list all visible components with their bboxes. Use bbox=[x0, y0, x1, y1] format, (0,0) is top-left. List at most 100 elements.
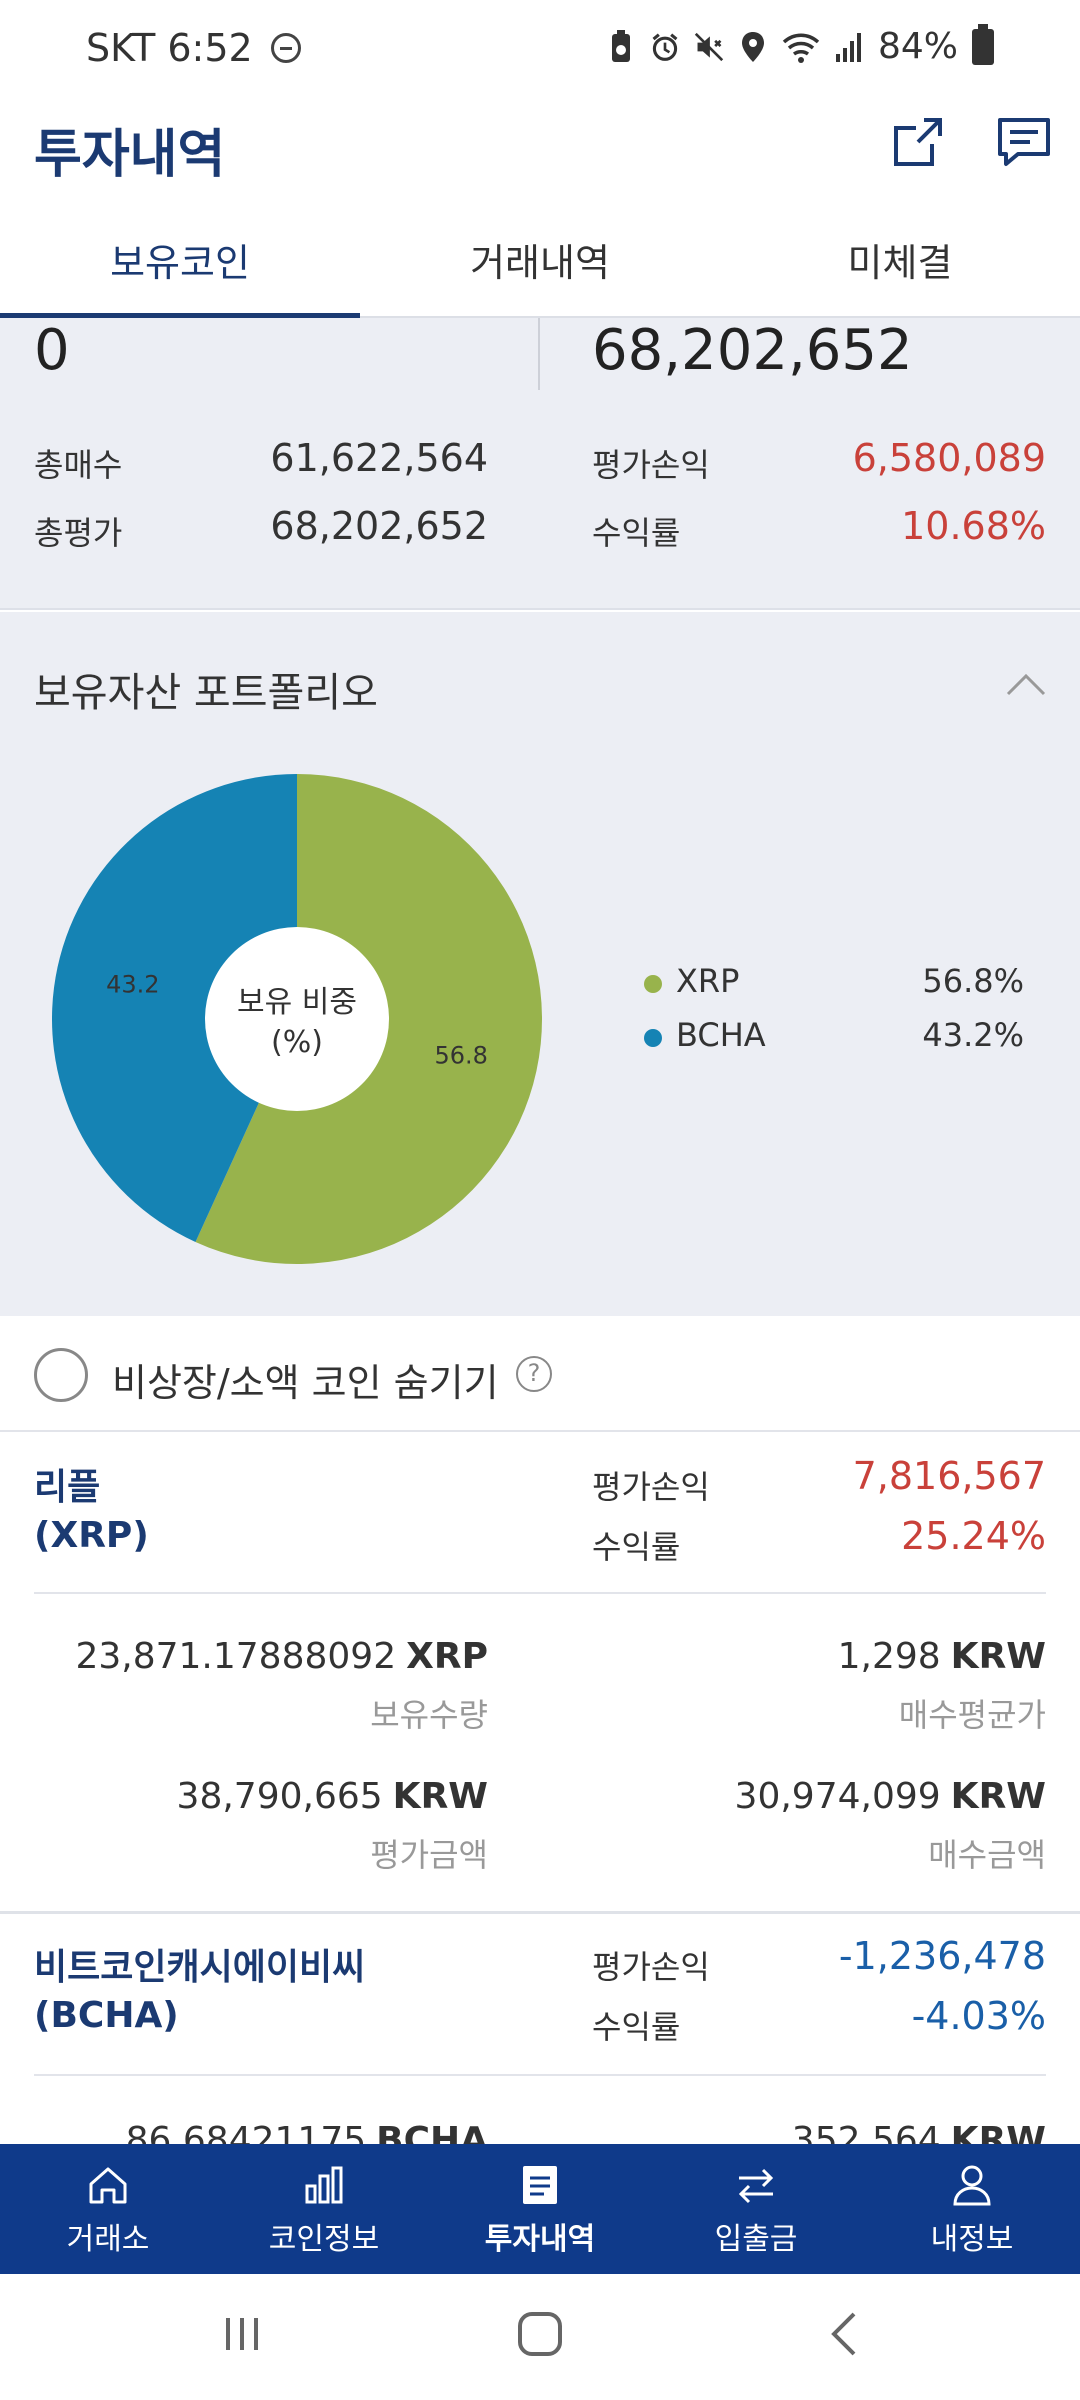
summary-panel: 0 68,202,652 총매수 61,622,564 평가손익 6,580,0… bbox=[0, 318, 1080, 610]
avg-price-label: 매수평균가 bbox=[898, 1696, 1046, 1734]
avg-price-unit: KRW bbox=[950, 1636, 1046, 1677]
tab-trade-history[interactable]: 거래내역 bbox=[360, 220, 720, 316]
coin-name: 리플 bbox=[34, 1467, 101, 1508]
holding-unit: XRP bbox=[406, 1636, 488, 1677]
summary-right-value: 68,202,652 bbox=[592, 318, 913, 383]
legend-item-bcha: BCHA 43.2% bbox=[644, 1016, 1024, 1070]
nav-label: 투자내역 bbox=[484, 2222, 596, 2257]
buy-amount: 30,974,099 KRW bbox=[735, 1776, 1046, 1817]
nav-deposit-withdraw[interactable]: 입출금 bbox=[648, 2144, 864, 2274]
yield-value: 10.68% bbox=[901, 504, 1046, 548]
total-buy-label: 총매수 bbox=[34, 446, 123, 484]
document-icon bbox=[523, 2166, 557, 2204]
home-button-icon[interactable] bbox=[510, 2304, 570, 2364]
coin-pnl-label: 평가손익 bbox=[592, 1948, 710, 1986]
avg-price: 1,298 KRW bbox=[838, 1636, 1046, 1677]
nav-investments[interactable]: 투자내역 bbox=[432, 2144, 648, 2274]
holding-label: 보유수량 bbox=[370, 1696, 488, 1734]
alarm-icon bbox=[652, 32, 678, 61]
donut-center-unit: (%) bbox=[271, 1025, 323, 1060]
legend-name: XRP bbox=[676, 962, 740, 1000]
back-icon[interactable] bbox=[816, 2304, 876, 2364]
summary-left-value: 0 bbox=[34, 318, 70, 383]
nav-label: 코인정보 bbox=[268, 2222, 380, 2257]
portfolio-section: 보유자산 포트폴리오 보유 비중 (%) 56.8 43.2 XRP 56.8% … bbox=[0, 612, 1080, 1316]
portfolio-donut-chart: 보유 비중 (%) 56.8 43.2 bbox=[52, 774, 542, 1264]
coin-symbol: (XRP) bbox=[34, 1515, 149, 1556]
wifi-icon bbox=[782, 33, 820, 63]
pnl-label: 평가손익 bbox=[592, 446, 710, 484]
eval-label: 평가금액 bbox=[370, 1836, 488, 1874]
battery-percent: 84% bbox=[877, 26, 958, 67]
chevron-up-icon[interactable] bbox=[1006, 672, 1046, 696]
location-icon bbox=[741, 31, 764, 62]
bottom-nav: 거래소 코인정보 투자내역 입출금 내정보 bbox=[0, 2144, 1080, 2274]
avg-price-value: 1,298 bbox=[837, 1636, 941, 1677]
hide-small-coins-row[interactable]: 비상장/소액 코인 숨기기 ? bbox=[0, 1316, 1080, 1432]
do-not-disturb-icon bbox=[270, 33, 301, 63]
donut-data-label-bcha: 43.2 bbox=[106, 970, 159, 998]
holding-amount: 86.68421175 BCHA bbox=[126, 2120, 488, 2144]
pnl-value: 6,580,089 bbox=[852, 436, 1046, 480]
coin-yield-label: 수익률 bbox=[592, 1528, 681, 1566]
legend-pct: 56.8% bbox=[922, 962, 1024, 1000]
avg-price-value: 352,564 bbox=[791, 2120, 941, 2144]
legend-dot-xrp bbox=[644, 975, 662, 993]
carrier-time: SKT 6:52 bbox=[86, 26, 253, 70]
eval-amount-value: 38,790,665 bbox=[176, 1776, 383, 1817]
coin-yield-value: -4.03% bbox=[911, 1994, 1046, 2038]
hide-small-coins-radio[interactable] bbox=[34, 1348, 88, 1402]
bar-chart-icon bbox=[305, 2166, 343, 2204]
coin-card-xrp[interactable]: 리플 (XRP) 평가손익 7,816,567 수익률 25.24% 23,87… bbox=[0, 1434, 1080, 1914]
legend-pct: 43.2% bbox=[922, 1016, 1024, 1054]
donut-data-label-xrp: 56.8 bbox=[434, 1042, 487, 1070]
app-header: 투자내역 bbox=[0, 100, 1080, 220]
coin-yield-value: 25.24% bbox=[901, 1514, 1046, 1558]
summary-divider bbox=[538, 318, 540, 390]
total-buy-value: 61,622,564 bbox=[270, 436, 488, 480]
battery-saver-icon bbox=[611, 29, 630, 62]
signal-icon bbox=[835, 32, 861, 62]
tab-holdings[interactable]: 보유코인 bbox=[0, 220, 360, 318]
home-icon bbox=[89, 2167, 127, 2204]
nav-label: 내정보 bbox=[930, 2222, 1014, 2257]
avg-price: 352,564 KRW bbox=[792, 2120, 1046, 2144]
nav-label: 입출금 bbox=[714, 2222, 798, 2257]
holding-amount: 23,871.17888092 XRP bbox=[75, 1636, 488, 1677]
tab-unfilled[interactable]: 미체결 bbox=[720, 220, 1080, 316]
coin-pnl-label: 평가손익 bbox=[592, 1468, 710, 1506]
coin-symbol: (BCHA) bbox=[34, 1995, 179, 2036]
coin-yield-label: 수익률 bbox=[592, 2008, 681, 2046]
portfolio-title: 보유자산 포트폴리오 bbox=[34, 670, 378, 716]
yield-label: 수익률 bbox=[592, 514, 681, 552]
legend-item-xrp: XRP 56.8% bbox=[644, 962, 1024, 1016]
eval-unit: KRW bbox=[392, 1776, 488, 1817]
mute-icon bbox=[694, 32, 724, 61]
status-right: 84% bbox=[606, 23, 994, 67]
coin-card-bcha[interactable]: 비트코인캐시에이비씨 (BCHA) 평가손익 -1,236,478 수익률 -4… bbox=[0, 1914, 1080, 2144]
nav-my-info[interactable]: 내정보 bbox=[864, 2144, 1080, 2274]
recent-apps-icon[interactable] bbox=[212, 2304, 272, 2364]
chat-icon[interactable] bbox=[994, 112, 1054, 172]
total-eval-label: 총평가 bbox=[34, 514, 123, 552]
coin-name: 비트코인캐시에이비씨 bbox=[34, 1947, 366, 1988]
person-icon bbox=[953, 2165, 991, 2206]
holding-unit: BCHA bbox=[376, 2120, 488, 2144]
system-nav-bar bbox=[0, 2274, 1080, 2400]
coin-pnl-value: 7,816,567 bbox=[852, 1454, 1046, 1498]
tab-bar: 보유코인 거래내역 미체결 bbox=[0, 220, 1080, 318]
card-separator bbox=[34, 2074, 1046, 2076]
help-icon[interactable]: ? bbox=[516, 1356, 552, 1392]
total-eval-value: 68,202,652 bbox=[270, 504, 488, 548]
nav-label: 거래소 bbox=[66, 2222, 150, 2257]
legend-name: BCHA bbox=[676, 1016, 766, 1054]
card-separator bbox=[34, 1592, 1046, 1594]
nav-coin-info[interactable]: 코인정보 bbox=[216, 2144, 432, 2274]
share-icon[interactable] bbox=[888, 112, 948, 172]
holding-amount-value: 86.68421175 bbox=[125, 2120, 367, 2144]
transfer-icon bbox=[738, 2168, 774, 2204]
buy-unit: KRW bbox=[950, 1776, 1046, 1817]
status-left: SKT 6:52 bbox=[86, 26, 301, 70]
nav-exchange[interactable]: 거래소 bbox=[0, 2144, 216, 2274]
page-title: 투자내역 bbox=[34, 125, 226, 185]
